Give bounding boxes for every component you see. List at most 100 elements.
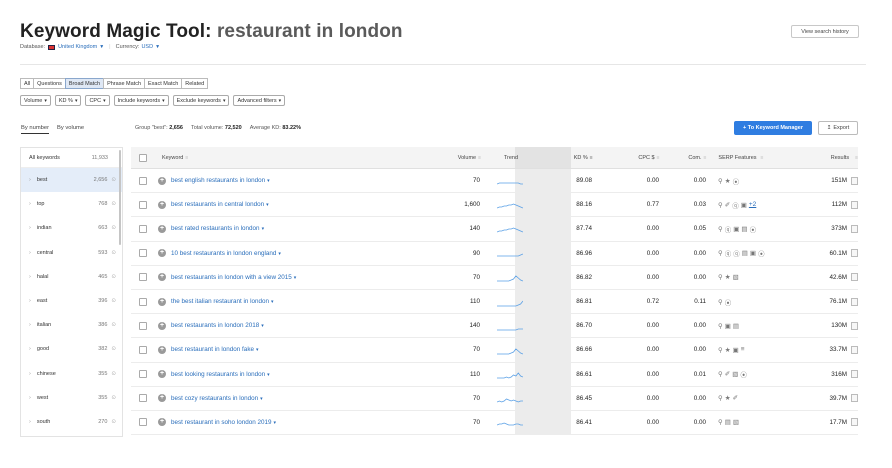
keyword-link[interactable]: best restaurants in london with a view 2… <box>171 274 292 281</box>
keyword-link[interactable]: best cozy restaurants in london <box>171 395 258 402</box>
keyword-cell[interactable]: best cozy restaurants in london ▾ <box>169 395 390 402</box>
group-item-good[interactable]: › good 382 ⊙ <box>21 337 122 361</box>
keyword-column-header[interactable]: Keyword ≡ <box>155 155 391 161</box>
add-keyword-icon[interactable]: + <box>158 297 166 306</box>
add-keyword-icon[interactable]: + <box>158 321 166 330</box>
keyword-link[interactable]: the best italian restaurant in london <box>171 298 269 305</box>
sort-by-number-tab[interactable]: By number <box>21 125 50 134</box>
serp-snapshot-icon[interactable] <box>851 297 858 306</box>
filter-kd-dropdown[interactable]: KD % ▾ <box>54 95 82 106</box>
keyword-cell[interactable]: best english restaurants in london ▾ <box>169 177 390 184</box>
eye-icon[interactable]: ⊙ <box>111 201 116 207</box>
cpc-column-header[interactable]: CPC $ ≡ <box>595 155 659 161</box>
group-item-south[interactable]: › south 270 ⊙ <box>21 410 122 434</box>
database-select[interactable]: United Kingdom <box>58 44 97 50</box>
eye-icon[interactable]: ⊙ <box>111 250 116 256</box>
caret-down-icon[interactable]: ▾ <box>271 299 274 305</box>
kd-column-header[interactable]: KD % ≡ <box>541 147 595 168</box>
filter-cpc-dropdown[interactable]: CPC ▾ <box>85 95 110 106</box>
row-checkbox[interactable] <box>139 418 147 427</box>
add-keyword-icon[interactable]: + <box>158 249 166 258</box>
caret-down-icon[interactable]: ▾ <box>260 396 263 402</box>
match-tab-broad-match[interactable]: Broad Match <box>64 78 105 89</box>
row-checkbox[interactable] <box>139 321 147 330</box>
filter-exclude-keywords-dropdown[interactable]: Exclude keywords ▾ <box>172 95 230 106</box>
match-tab-questions[interactable]: Questions <box>33 78 66 89</box>
group-item-indian[interactable]: › indian 663 ⊙ <box>21 216 122 240</box>
serp-more-link[interactable]: +2 <box>749 201 756 208</box>
serp-column-header[interactable]: SERP Features ≡ <box>706 155 796 161</box>
results-column-header[interactable]: Results ≡ <box>796 155 858 161</box>
serp-snapshot-icon[interactable] <box>851 321 858 330</box>
row-checkbox[interactable] <box>139 370 147 379</box>
eye-icon[interactable]: ⊙ <box>111 274 116 280</box>
keyword-cell[interactable]: best restaurants in central london ▾ <box>169 201 390 208</box>
keyword-cell[interactable]: the best italian restaurant in london ▾ <box>169 298 390 305</box>
keyword-cell[interactable]: best rated restaurants in london ▾ <box>169 225 390 232</box>
eye-icon[interactable]: ⊙ <box>111 346 116 352</box>
serp-snapshot-icon[interactable] <box>851 418 858 427</box>
group-item-italian[interactable]: › italian 386 ⊙ <box>21 313 122 337</box>
keyword-link[interactable]: best rated restaurants in london <box>171 225 260 232</box>
group-item-top[interactable]: › top 768 ⊙ <box>21 192 122 216</box>
keyword-link[interactable]: best looking restaurants in london <box>171 371 265 378</box>
match-tab-all[interactable]: All <box>20 78 35 89</box>
caret-down-icon[interactable]: ▾ <box>266 202 269 208</box>
serp-snapshot-icon[interactable] <box>851 176 858 185</box>
keyword-cell[interactable]: best looking restaurants in london ▾ <box>169 371 390 378</box>
export-button[interactable]: ↥ Export <box>818 121 858 135</box>
sort-by-volume-tab[interactable]: By volume <box>57 125 84 134</box>
all-keywords-group[interactable]: All keywords 11,933 <box>21 148 122 168</box>
caret-down-icon[interactable]: ▾ <box>273 420 276 426</box>
caret-down-icon[interactable]: ▾ <box>267 372 270 378</box>
row-checkbox[interactable] <box>139 200 147 209</box>
add-keyword-icon[interactable]: + <box>158 418 166 427</box>
eye-icon[interactable]: ⊙ <box>111 395 116 401</box>
group-item-east[interactable]: › east 396 ⊙ <box>21 289 122 313</box>
keyword-link[interactable]: best restaurants in london 2018 <box>171 322 259 329</box>
add-keyword-icon[interactable]: + <box>158 345 166 354</box>
caret-down-icon[interactable]: ▾ <box>261 323 264 329</box>
row-checkbox[interactable] <box>139 224 147 233</box>
add-keyword-icon[interactable]: + <box>158 394 166 403</box>
row-checkbox[interactable] <box>139 394 147 403</box>
keyword-link[interactable]: best restaurant in soho london 2019 <box>171 419 271 426</box>
eye-icon[interactable]: ⊙ <box>111 298 116 304</box>
filter-advanced-filters-dropdown[interactable]: Advanced filters ▾ <box>233 95 286 106</box>
eye-icon[interactable]: ⊙ <box>111 322 116 328</box>
caret-down-icon[interactable]: ▾ <box>267 178 270 184</box>
caret-down-icon[interactable]: ▾ <box>278 251 281 257</box>
group-item-north[interactable]: ›north263⊙ <box>21 434 122 436</box>
add-keyword-icon[interactable]: + <box>158 224 166 233</box>
caret-down-icon[interactable]: ▾ <box>262 226 265 232</box>
com-column-header[interactable]: Com. ≡ <box>660 155 706 161</box>
row-checkbox[interactable] <box>139 249 147 258</box>
serp-snapshot-icon[interactable] <box>851 345 858 354</box>
keyword-link[interactable]: best restaurants in central london <box>171 201 264 208</box>
select-all-checkbox[interactable] <box>138 153 147 162</box>
group-item-central[interactable]: › central 593 ⊙ <box>21 241 122 265</box>
keyword-cell[interactable]: best restaurant in soho london 2019 ▾ <box>169 419 390 426</box>
currency-select[interactable]: USD <box>141 44 153 50</box>
serp-snapshot-icon[interactable] <box>851 370 858 379</box>
add-keyword-icon[interactable]: + <box>158 370 166 379</box>
eye-icon[interactable]: ⊙ <box>111 419 116 425</box>
keyword-link[interactable]: best english restaurants in london <box>171 177 265 184</box>
add-keyword-icon[interactable]: + <box>158 273 166 282</box>
caret-down-icon[interactable]: ▾ <box>294 275 297 281</box>
view-search-history-button[interactable]: View search history <box>791 25 859 38</box>
keyword-cell[interactable]: best restaurants in london 2018 ▾ <box>169 322 390 329</box>
filter-volume-dropdown[interactable]: Volume ▾ <box>20 95 51 106</box>
keyword-link[interactable]: 10 best restaurants in london england <box>171 250 276 257</box>
eye-icon[interactable]: ⊙ <box>111 225 116 231</box>
to-keyword-manager-button[interactable]: + To Keyword Manager <box>734 121 812 135</box>
add-keyword-icon[interactable]: + <box>158 200 166 209</box>
group-item-chinese[interactable]: › chinese 355 ⊙ <box>21 362 122 386</box>
filter-include-keywords-dropdown[interactable]: Include keywords ▾ <box>113 95 169 106</box>
group-item-best[interactable]: › best 2,656 ⊙ <box>21 168 122 193</box>
groups-scrollbar[interactable] <box>119 150 121 245</box>
serp-snapshot-icon[interactable] <box>851 394 858 403</box>
keyword-cell[interactable]: best restaurants in london with a view 2… <box>169 274 390 281</box>
serp-snapshot-icon[interactable] <box>851 249 858 258</box>
row-checkbox[interactable] <box>139 273 147 282</box>
